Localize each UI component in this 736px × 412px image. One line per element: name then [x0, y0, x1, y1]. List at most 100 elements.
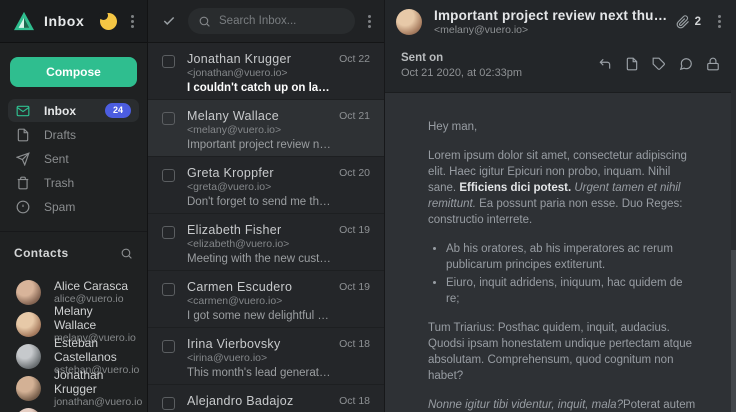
body-greeting: Hey man,	[428, 119, 696, 135]
sender-email: <melany@vuero.io>	[187, 124, 331, 137]
email-subject: I couldn't catch up on last time's dinne…	[187, 81, 331, 96]
sidebar-header: Inbox	[0, 0, 147, 43]
sender-name: Irina Vierbovsky	[187, 337, 331, 352]
body-paragraph: Lorem ipsum dolor sit amet, consectetur …	[428, 148, 696, 228]
send-icon	[16, 152, 30, 166]
reply-icon[interactable]	[598, 57, 612, 71]
attachments-indicator[interactable]: 2	[676, 15, 701, 29]
email-date: Oct 19	[339, 223, 370, 270]
email-checkbox[interactable]	[162, 112, 175, 125]
email-checkbox[interactable]	[162, 397, 175, 410]
nav-label: Trash	[44, 176, 131, 190]
nav-item-spam[interactable]: Spam	[8, 195, 139, 218]
contact-list-item[interactable]: Jonathan Krugger jonathan@vuero.io	[0, 372, 147, 404]
nav-item-sent[interactable]: Sent	[8, 147, 139, 170]
detail-scrollbar-track[interactable]	[731, 90, 736, 412]
email-checkbox[interactable]	[162, 283, 175, 296]
compose-button[interactable]: Compose	[10, 57, 137, 87]
email-checkbox[interactable]	[162, 340, 175, 353]
page-title: Inbox	[44, 13, 98, 29]
body-bullet: Ab his oratores, ab his imperatores ac r…	[446, 241, 696, 273]
email-body: Hey man, Lorem ipsum dolor sit amet, con…	[385, 93, 736, 412]
email-detail-subject: Important project review next thursday	[434, 8, 670, 24]
email-subject: Don't forget to send me those budget not…	[187, 195, 331, 210]
email-row[interactable]: Carmen Escudero <carmen@vuero.io> I got …	[148, 271, 384, 328]
email-row[interactable]: Irina Vierbovsky <irina@vuero.io> This m…	[148, 328, 384, 385]
avatar	[16, 376, 41, 401]
alert-circle-icon	[16, 200, 30, 214]
sender-name: Elizabeth Fisher	[187, 223, 331, 238]
mailbox-nav: Inbox 24 Drafts Sent Trash	[0, 97, 147, 221]
email-date: Oct 22	[339, 52, 370, 99]
paperclip-icon	[676, 15, 690, 29]
email-row[interactable]: Alejandro Badajoz Oct 18	[148, 385, 384, 412]
list-menu-dots-icon[interactable]	[365, 12, 374, 31]
search-box	[188, 8, 355, 34]
avatar	[16, 344, 41, 369]
sent-info-bar: Sent on Oct 21 2020, at 02:33pm	[385, 43, 736, 93]
email-row[interactable]: Jonathan Krugger <jonathan@vuero.io> I c…	[148, 43, 384, 100]
nav-label: Sent	[44, 152, 131, 166]
sent-date: Oct 21 2020, at 02:33pm	[401, 66, 598, 80]
body-bullet-list: Ab his oratores, ab his imperatores ac r…	[446, 241, 696, 307]
email-date: Oct 19	[339, 280, 370, 327]
email-date: Oct 18	[339, 337, 370, 384]
lock-icon[interactable]	[706, 57, 720, 71]
sender-email: <irina@vuero.io>	[187, 352, 331, 365]
tag-icon[interactable]	[652, 57, 666, 71]
trash-icon	[16, 176, 30, 190]
email-checkbox[interactable]	[162, 226, 175, 239]
avatar	[16, 408, 41, 412]
dark-mode-toggle-moon-icon[interactable]	[98, 11, 118, 31]
mail-app: Inbox Compose Inbox 24 Drafts	[0, 0, 736, 412]
nav-label: Drafts	[44, 128, 131, 142]
sender-email: <carmen@vuero.io>	[187, 295, 331, 308]
sender-avatar	[396, 9, 422, 35]
email-subject: Important project review next thursday	[187, 138, 331, 153]
contacts-header: Contacts	[0, 231, 147, 268]
email-list-toolbar	[148, 0, 384, 43]
body-paragraph: Tum Triarius: Posthac quidem, inquit, au…	[428, 320, 696, 384]
avatar	[16, 312, 41, 337]
detail-scrollbar-thumb[interactable]	[731, 250, 736, 412]
avatar	[16, 280, 41, 305]
nav-item-inbox[interactable]: Inbox 24	[8, 99, 139, 122]
contact-name: Alice Carasca	[54, 279, 128, 293]
envelope-icon	[16, 104, 30, 118]
body-bullet: Eiuro, inquit adridens, iniquum, hac qui…	[446, 275, 696, 307]
sender-name: Alejandro Badajoz	[187, 394, 331, 409]
email-checkbox[interactable]	[162, 55, 175, 68]
email-row[interactable]: Elizabeth Fisher <elizabeth@vuero.io> Me…	[148, 214, 384, 271]
email-detail-header: Important project review next thursday <…	[385, 0, 736, 43]
nav-item-drafts[interactable]: Drafts	[8, 123, 139, 146]
contact-name: Jonathan Krugger	[54, 368, 142, 396]
contacts-search-icon[interactable]	[120, 247, 133, 260]
email-checkbox[interactable]	[162, 169, 175, 182]
email-subject: This month's lead generation report	[187, 366, 331, 381]
chat-icon[interactable]	[679, 57, 693, 71]
sender-email: <elizabeth@vuero.io>	[187, 238, 331, 251]
email-actions	[598, 57, 720, 71]
nav-label: Inbox	[44, 104, 105, 118]
sender-name: Melany Wallace	[187, 109, 331, 124]
app-logo-icon	[13, 11, 35, 31]
sender-email: <jonathan@vuero.io>	[187, 67, 331, 80]
email-row[interactable]: Greta Kroppfer <greta@vuero.io> Don't fo…	[148, 157, 384, 214]
sidebar-menu-dots-icon[interactable]	[128, 12, 137, 31]
email-date: Oct 18	[339, 394, 370, 412]
select-all-check-icon[interactable]	[162, 14, 176, 28]
email-rows: Jonathan Krugger <jonathan@vuero.io> I c…	[148, 43, 384, 412]
nav-label: Spam	[44, 200, 131, 214]
detail-menu-dots-icon[interactable]	[715, 12, 724, 31]
sender-name: Carmen Escudero	[187, 280, 331, 295]
contacts-list: Alice Carasca alice@vuero.io Melany Wall…	[0, 268, 147, 412]
email-date: Oct 21	[339, 109, 370, 156]
email-date: Oct 20	[339, 166, 370, 213]
email-row[interactable]: Melany Wallace <melany@vuero.io> Importa…	[148, 100, 384, 157]
sent-on-label: Sent on	[401, 51, 598, 66]
search-input[interactable]	[219, 15, 345, 27]
document-icon[interactable]	[625, 57, 639, 71]
contacts-title: Contacts	[14, 246, 120, 260]
sender-name: Jonathan Krugger	[187, 52, 331, 67]
nav-item-trash[interactable]: Trash	[8, 171, 139, 194]
